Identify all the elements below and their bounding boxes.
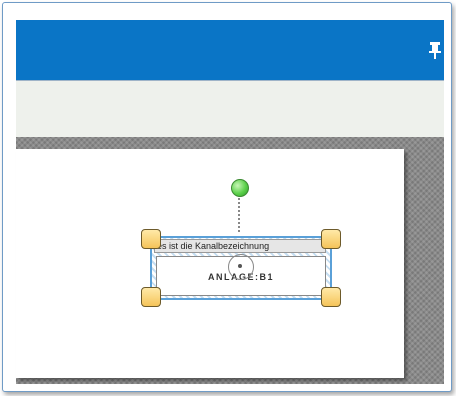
pin-icon[interactable] <box>428 40 442 60</box>
shape-label[interactable]: es ist die Kanalbezeichnung <box>154 239 326 253</box>
rotation-connector <box>238 198 240 232</box>
resize-handle-bottom-left[interactable] <box>141 287 161 307</box>
title-bar <box>16 20 444 80</box>
toolbar <box>16 80 444 138</box>
resize-handle-bottom-right[interactable] <box>321 287 341 307</box>
resize-handle-top-left[interactable] <box>141 229 161 249</box>
center-pin-dot <box>238 264 242 268</box>
rotation-handle[interactable] <box>231 179 249 197</box>
resize-handle-top-right[interactable] <box>321 229 341 249</box>
